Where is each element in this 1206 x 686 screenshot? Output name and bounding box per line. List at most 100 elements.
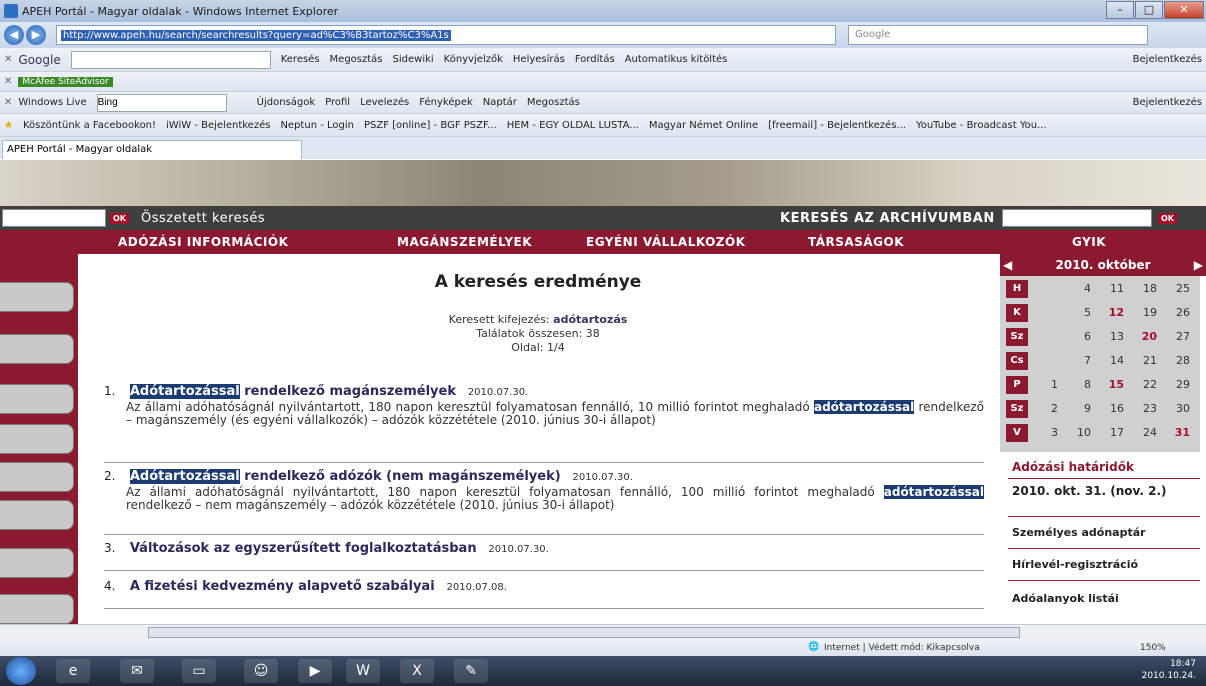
close-button[interactable]: ✕ — [1164, 1, 1204, 19]
back-button[interactable]: ◀ — [4, 25, 24, 45]
left-nav-button[interactable] — [0, 548, 74, 578]
minimize-button[interactable]: – — [1106, 1, 1134, 19]
url-input[interactable]: http://www.apeh.hu/search/searchresults?… — [56, 25, 836, 45]
maximize-button[interactable]: □ — [1135, 1, 1163, 19]
live-item[interactable]: Naptár — [483, 97, 517, 108]
left-nav-button[interactable] — [0, 500, 74, 530]
menu-item-tax-info[interactable]: ADÓZÁSI INFORMÁCIÓK — [118, 235, 288, 249]
scrollbar-thumb[interactable] — [148, 627, 1020, 638]
prev-month-icon[interactable]: ◀ — [1003, 254, 1012, 276]
calendar-day[interactable]: 11 — [1100, 282, 1124, 295]
calendar-day[interactable]: 31 — [1166, 426, 1190, 439]
sidebar-link[interactable]: Hírlevél-regisztráció — [1012, 558, 1138, 571]
google-item[interactable]: Könyvjelzők — [444, 54, 503, 65]
site-search-ok-button[interactable]: OK — [110, 212, 129, 224]
favorite-link[interactable]: PSZF [online] - BGF PSZF... — [364, 120, 497, 131]
left-nav-button[interactable] — [0, 594, 74, 624]
calendar-day[interactable]: 15 — [1100, 378, 1124, 391]
result-link[interactable]: Adótartozással rendelkező adózók (nem ma… — [129, 469, 561, 484]
calendar-day[interactable]: 6 — [1067, 330, 1091, 343]
archive-search-ok-button[interactable]: OK — [1158, 212, 1177, 224]
calendar-day[interactable]: 14 — [1100, 354, 1124, 367]
google-signin[interactable]: Bejelentkezés — [1133, 54, 1202, 65]
live-item[interactable]: Levelezés — [360, 97, 409, 108]
excel-taskbar-icon[interactable]: X — [400, 659, 434, 683]
live-item[interactable]: Fényképek — [419, 97, 473, 108]
favorites-star-icon[interactable]: ★ — [4, 120, 13, 131]
favorite-link[interactable]: Magyar Német Online — [649, 120, 758, 131]
result-link[interactable]: Adótartozással rendelkező magánszemélyek — [129, 384, 456, 399]
zoom-level[interactable]: 150% — [1140, 643, 1166, 653]
menu-item-faq[interactable]: GYIK — [1072, 235, 1106, 249]
deadlines-title[interactable]: Adózási határidők — [1012, 460, 1134, 474]
calendar-day[interactable]: 20 — [1133, 330, 1157, 343]
calendar-day[interactable]: 2 — [1034, 402, 1058, 415]
left-nav-button[interactable] — [0, 282, 74, 312]
calendar-day[interactable]: 22 — [1133, 378, 1157, 391]
site-search-input[interactable] — [2, 209, 106, 227]
calendar-day[interactable]: 17 — [1100, 426, 1124, 439]
favorite-link[interactable]: iWiW - Bejelentkezés — [166, 120, 270, 131]
favorite-link[interactable]: YouTube - Broadcast You... — [916, 120, 1047, 131]
calendar-day[interactable]: 7 — [1067, 354, 1091, 367]
people-taskbar-icon[interactable]: ☺ — [244, 659, 278, 683]
close-toolbar-icon[interactable]: ✕ — [4, 97, 12, 108]
calendar-day[interactable]: 30 — [1166, 402, 1190, 415]
browser-search-input[interactable]: Google — [848, 25, 1148, 45]
result-link[interactable]: Változások az egyszerűsített foglalkozta… — [130, 541, 477, 556]
live-signin[interactable]: Bejelentkezés — [1133, 97, 1202, 108]
result-link[interactable]: A fizetési kedvezmény alapvető szabályai — [130, 579, 435, 594]
forward-button[interactable]: ▶ — [26, 25, 46, 45]
calendar-day[interactable]: 9 — [1067, 402, 1091, 415]
live-item[interactable]: Profil — [325, 97, 350, 108]
security-zone[interactable]: Internet | Védett mód: Kikapcsolva — [824, 643, 980, 653]
close-toolbar-icon[interactable]: ✕ — [4, 54, 12, 65]
calendar-day[interactable]: 10 — [1067, 426, 1091, 439]
favorite-link[interactable]: Köszöntünk a Facebookon! — [23, 120, 156, 131]
calendar-day[interactable]: 24 — [1133, 426, 1157, 439]
mail-taskbar-icon[interactable]: ✉ — [120, 659, 154, 683]
calendar-day[interactable]: 8 — [1067, 378, 1091, 391]
live-item[interactable]: Megosztás — [527, 97, 580, 108]
google-item[interactable]: Automatikus kitöltés — [625, 54, 728, 65]
google-search-input[interactable] — [70, 50, 271, 69]
ie-taskbar-icon[interactable]: e — [56, 659, 90, 683]
media-taskbar-icon[interactable]: ▶ — [298, 659, 332, 683]
sidebar-link[interactable]: Adóalanyok listái — [1012, 592, 1119, 605]
calendar-day[interactable]: 25 — [1166, 282, 1190, 295]
calendar-day[interactable]: 19 — [1133, 306, 1157, 319]
calendar-day[interactable]: 12 — [1100, 306, 1124, 319]
google-item[interactable]: Sidewiki — [393, 54, 434, 65]
browser-tab[interactable]: APEH Portál - Magyar oldalak — [2, 140, 302, 159]
deadline-date[interactable]: 2010. okt. 31. (nov. 2.) — [1012, 484, 1167, 498]
left-nav-button[interactable] — [0, 334, 74, 364]
menu-item-entrepreneurs[interactable]: EGYÉNI VÁLLALKOZÓK — [586, 235, 746, 249]
menu-item-companies[interactable]: TÁRSASÁGOK — [808, 235, 904, 249]
calendar-day[interactable]: 26 — [1166, 306, 1190, 319]
calendar-day[interactable]: 21 — [1133, 354, 1157, 367]
calendar-day[interactable]: 4 — [1067, 282, 1091, 295]
google-item[interactable]: Keresés — [281, 54, 320, 65]
calendar-day[interactable]: 5 — [1067, 306, 1091, 319]
calendar-day[interactable]: 29 — [1166, 378, 1190, 391]
left-nav-button[interactable] — [0, 424, 74, 454]
favorite-link[interactable]: Neptun - Login — [280, 120, 354, 131]
folder-taskbar-icon[interactable]: ▭ — [182, 659, 216, 683]
calendar-day[interactable]: 16 — [1100, 402, 1124, 415]
live-item[interactable]: Újdonságok — [257, 97, 316, 108]
start-button[interactable] — [6, 657, 36, 685]
favorite-link[interactable]: HEM - EGY OLDAL LUSTA... — [507, 120, 639, 131]
system-clock[interactable]: 18:47 2010.10.24. — [1142, 658, 1196, 682]
close-toolbar-icon[interactable]: ✕ — [4, 76, 12, 87]
calendar-day[interactable]: 1 — [1034, 378, 1058, 391]
google-item[interactable]: Helyesírás — [513, 54, 565, 65]
calendar-day[interactable]: 3 — [1034, 426, 1058, 439]
next-month-icon[interactable]: ▶ — [1194, 254, 1203, 276]
menu-item-individuals[interactable]: MAGÁNSZEMÉLYEK — [397, 235, 532, 249]
calendar-day[interactable]: 13 — [1100, 330, 1124, 343]
calendar-day[interactable]: 27 — [1166, 330, 1190, 343]
left-nav-button[interactable] — [0, 462, 74, 492]
sidebar-link[interactable]: Személyes adónaptár — [1012, 526, 1146, 539]
mcafee-button[interactable]: McAfee SiteAdvisor — [18, 76, 113, 87]
word-taskbar-icon[interactable]: W — [346, 659, 380, 683]
